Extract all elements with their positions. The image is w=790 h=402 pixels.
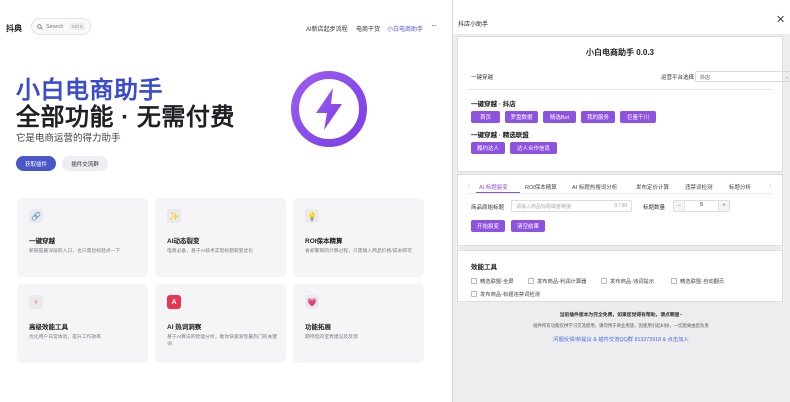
clear-results-button[interactable]: 清空结果 [511, 220, 545, 232]
ai-icon: A [167, 295, 181, 309]
title-input-placeholder: 请输入商品标题或者链接 [516, 204, 572, 210]
hero-tagline: 全部功能 · 无需付费 [16, 104, 235, 131]
close-icon[interactable]: ✕ [776, 13, 785, 26]
link-icon: 🔗 [29, 209, 43, 223]
chevron-down-icon: ⌄ [784, 74, 789, 80]
btn-home[interactable]: 首页 [471, 111, 500, 123]
btn-fulfillment-influencers[interactable]: 履约达人 [471, 142, 505, 154]
divider [467, 193, 773, 194]
divider [467, 89, 773, 90]
title-count-label: 标题数量 [643, 205, 666, 211]
feature-title: AI 热词洞察 [167, 324, 202, 331]
section-alliance-title: 一键穿越 · 精选联盟 [471, 132, 529, 139]
feature-desc: 基于AI算法的智能分析，助你快速发现最热门的关键词 [167, 335, 278, 347]
panel-title: 抖店小助手 [458, 22, 489, 28]
title-input-label: 商品原始标题 [471, 205, 505, 211]
decrement-button[interactable]: − [674, 201, 685, 211]
tool-profit-calculator[interactable]: 发布商品-利润计算器 [528, 277, 586, 285]
platform-label: 运营平台选择 [661, 75, 695, 81]
title-count-stepper[interactable]: − 5 + [673, 200, 730, 212]
search-box[interactable]: Search Ctrl K [31, 18, 91, 35]
nav-item-assistant[interactable]: 小白电商助手 [387, 24, 423, 33]
platform-select[interactable]: 抖店 ⌄ [695, 71, 790, 82]
title-count-value[interactable]: 5 [685, 202, 718, 208]
feature-title: 功能拓展 [305, 324, 331, 331]
feature-desc: 新链是最深层的入口，也只需鼠标轻点一下 [29, 249, 121, 254]
tool-label: 发布商品-违词提示 [610, 279, 655, 285]
feature-title: ROI保本精算 [305, 238, 343, 245]
feature-title: 高级效能工具 [29, 324, 68, 331]
efficiency-tools-title: 效能工具 [471, 264, 497, 271]
btn-compass-data[interactable]: 罗盘数据 [505, 111, 538, 123]
bolt-icon: ⚡ [29, 295, 43, 309]
tool-banned-word-hint[interactable]: 发布商品-违词提示 [601, 277, 654, 285]
checkbox[interactable] [528, 278, 534, 284]
checkbox[interactable] [471, 291, 477, 297]
feature-title: 一键穿越 [29, 238, 55, 245]
btn-qianchuan[interactable]: 巨量千川 [620, 111, 656, 123]
more-menu-icon[interactable]: ··· [431, 21, 437, 30]
btn-selection[interactable]: 精选But [543, 111, 576, 123]
lightbulb-icon: 💡 [305, 209, 319, 223]
hero-subtitle: 它是电商运营的得力助手 [16, 133, 121, 144]
tab-pricing[interactable]: 发布定价计算 [636, 183, 669, 191]
sparkles-icon: ✨ [167, 209, 181, 223]
tool-label: 发布商品-标题违禁词检测 [480, 292, 541, 298]
tool-auto-paging[interactable]: 精选联盟-自动翻页 [671, 277, 724, 285]
nav-item-ai-new-store[interactable]: AI新店起步流程 [306, 24, 348, 33]
feedback-links[interactable]: 问题反馈/新提议 & 插件交流QQ群 813373918 & 点击加入 [452, 335, 790, 343]
site-logo[interactable]: 抖典 [6, 23, 22, 34]
search-icon [37, 23, 43, 30]
feature-desc: 期待您的宝贵建议及反馈 [305, 335, 358, 340]
tool-title-banned-check[interactable]: 发布商品-标题违禁词检测 [471, 290, 540, 298]
tab-ai-title-fission[interactable]: AI 标题裂变 [479, 183, 508, 191]
tab-banned-words[interactable]: 违禁词检测 [685, 183, 713, 191]
tool-alliance-fullscreen[interactable]: 精选联盟-全屏 [471, 277, 514, 285]
checkbox[interactable] [601, 278, 607, 284]
free-notice: 当前插件版本为完全免费，如果您觉得有帮助，请点颗星~ [559, 313, 683, 318]
search-shortcut: Ctrl K [69, 23, 85, 30]
top-nav-bar: 抖典 Search Ctrl K AI新店起步流程 电商干货 小白电商助手 ··… [0, 0, 452, 52]
increment-button[interactable]: + [718, 201, 729, 211]
tab-scroll-left-icon[interactable]: ‹ [468, 183, 470, 189]
search-placeholder: Search [46, 23, 64, 30]
platform-select-value: 抖店 [700, 75, 711, 81]
tool-label: 精选联盟-自动翻页 [680, 279, 725, 285]
tab-title-analysis[interactable]: 标题分析 [729, 183, 751, 191]
app-title: 小白电商助手 0.0.3 [585, 48, 654, 57]
btn-my-services[interactable]: 我的服务 [581, 111, 615, 123]
one-click-label: 一键穿越 [471, 75, 494, 81]
checkbox[interactable] [671, 278, 677, 284]
tool-label: 精选联盟-全屏 [480, 279, 514, 285]
nav-item-ecommerce-tips[interactable]: 电商干货 [356, 24, 380, 33]
btn-influencer-cooperation[interactable]: 达人合作信息 [510, 142, 557, 154]
tab-scroll-right-icon[interactable]: › [769, 183, 771, 189]
heart-icon: 💗 [305, 295, 319, 309]
get-plugin-button[interactable]: 获取插件 [16, 156, 56, 171]
feature-desc: 电商必备，基于AI技术实现标题裂变优化 [167, 249, 254, 254]
checkbox[interactable] [471, 278, 477, 284]
feature-card-roi[interactable]: 💡 ROI保本精算 省却繁琐的计算过程，只需填入商品价格/成本即可 [293, 198, 424, 277]
feature-card-ai-fission[interactable]: ✨ AI动态裂变 电商必备，基于AI技术实现标题裂变优化 [155, 198, 286, 277]
feature-card-extensions[interactable]: 💗 功能拓展 期待您的宝贵建议及反馈 [293, 284, 424, 363]
landing-page: 抖典 Search Ctrl K AI新店起步流程 电商干货 小白电商助手 ··… [0, 0, 452, 402]
original-title-input[interactable]: 请输入商品标题或者链接 0 / 30 [511, 200, 632, 212]
tab-hot-words[interactable]: AI 标题热搜词分析 [572, 183, 617, 191]
title-input-counter: 0 / 30 [614, 203, 627, 209]
feature-title: AI动态裂变 [167, 238, 200, 245]
feature-desc: 省却繁琐的计算过程，只需填入商品价格/成本即可 [305, 249, 412, 254]
feature-card-tools[interactable]: ⚡ 高级效能工具 优化用户日常体验，提升工作效率 [17, 284, 148, 363]
start-fission-button[interactable]: 开始裂变 [471, 220, 505, 232]
lightning-logo-icon [291, 71, 367, 147]
feature-card-one-click[interactable]: 🔗 一键穿越 新链是最深层的入口，也只需鼠标轻点一下 [17, 198, 148, 277]
feature-card-hot-words[interactable]: A AI 热词洞察 基于AI算法的智能分析，助你快速发现最热门的关键词 [155, 284, 286, 363]
plugin-group-button[interactable]: 插件交流群 [62, 156, 108, 171]
section-douyin-store-title: 一键穿越 · 抖店 [471, 101, 516, 108]
tab-roi[interactable]: ROI保本精算 [525, 183, 557, 191]
disclaimer: 插件所有功能仅供学习交流使用，请勿用于商业用途，因使用引起纠纷，一切后果由您负责 [533, 323, 709, 328]
feature-desc: 优化用户日常体验，提升工作效率 [29, 335, 101, 340]
panel-header: 抖店小助手 ✕ [453, 0, 790, 34]
tool-label: 发布商品-利润计算器 [537, 279, 587, 285]
